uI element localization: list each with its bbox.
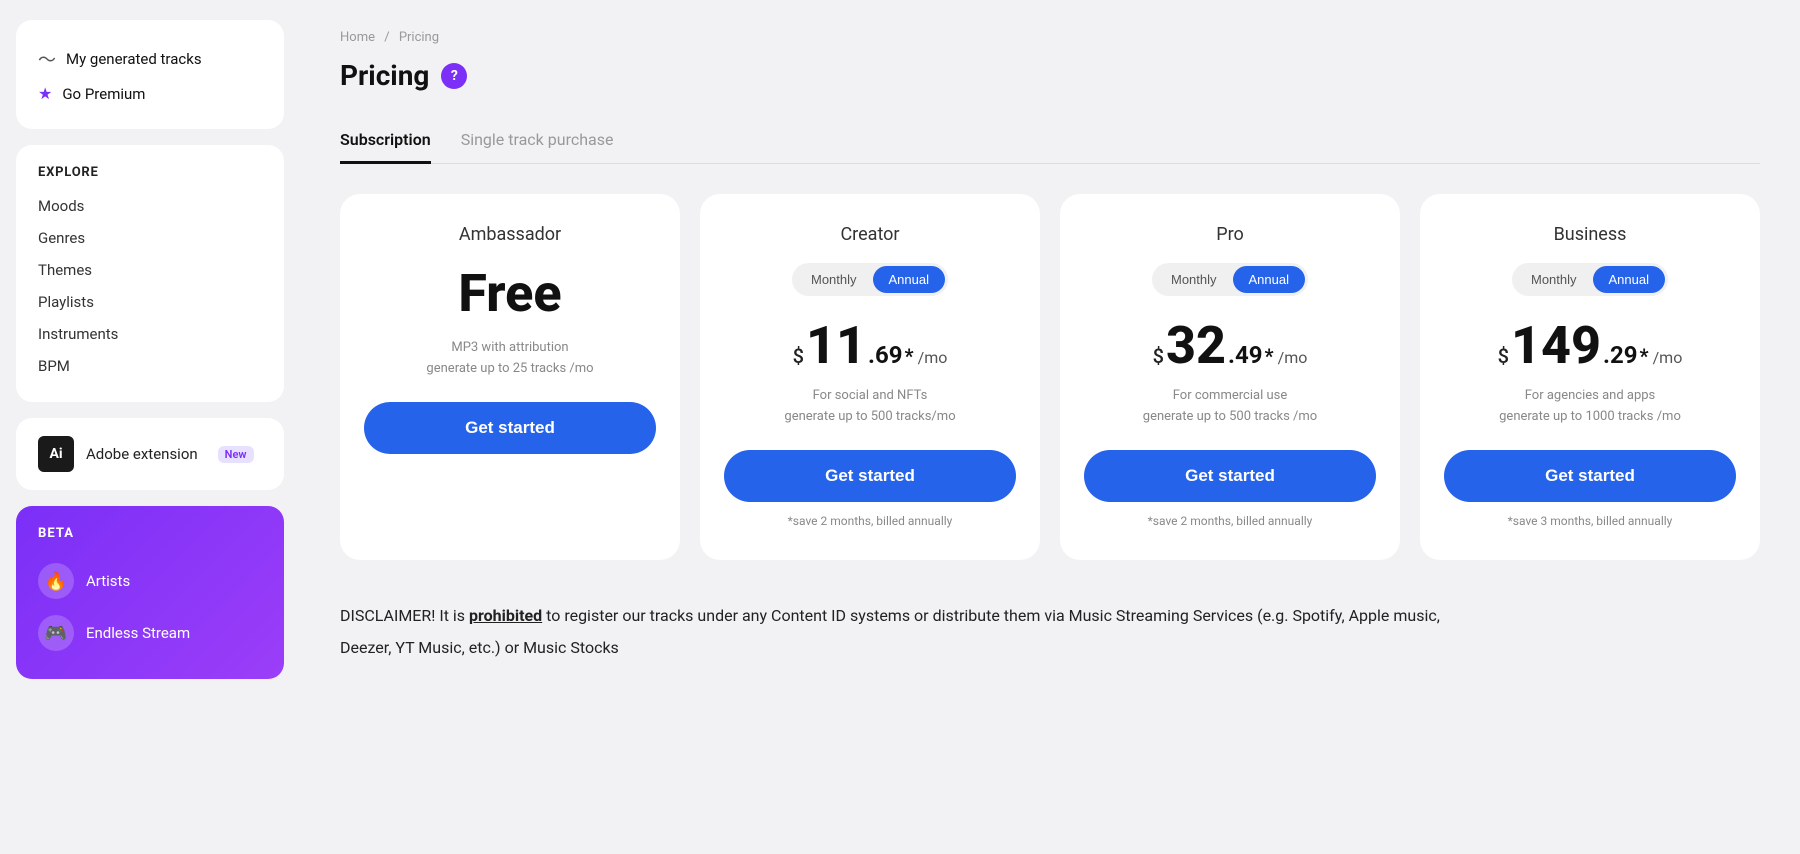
plan-desc-business: For agencies and appsgenerate up to 1000…: [1499, 386, 1681, 428]
page-title: Pricing: [340, 59, 429, 92]
sidebar-item-themes[interactable]: Themes: [38, 254, 262, 286]
tab-subscription[interactable]: Subscription: [340, 120, 431, 164]
disclaimer: DISCLAIMER! It is prohibited to register…: [340, 600, 1440, 664]
price-decimal-pro: .49: [1228, 341, 1263, 369]
breadcrumb-home[interactable]: Home: [340, 30, 375, 45]
sidebar: 〜 My generated tracks ★ Go Premium EXPLO…: [0, 0, 300, 854]
sidebar-item-playlists[interactable]: Playlists: [38, 286, 262, 318]
toggle-monthly-creator[interactable]: Monthly: [795, 266, 873, 293]
adobe-extension-card[interactable]: Ai Adobe extension New: [16, 418, 284, 490]
plan-business: Business Monthly Annual $ 149 .29 * /mo …: [1420, 194, 1760, 560]
billing-toggle-business: Monthly Annual: [1512, 263, 1668, 296]
tabs-container: Subscription Single track purchase: [340, 120, 1760, 164]
my-generated-tracks-item[interactable]: 〜 My generated tracks: [38, 40, 262, 78]
plan-name-ambassador: Ambassador: [459, 224, 561, 245]
plan-pro: Pro Monthly Annual $ 32 .49 * /mo For co…: [1060, 194, 1400, 560]
beta-label: BETA: [38, 526, 262, 541]
wave-icon: 〜: [38, 46, 56, 72]
save-note-pro: *save 2 months, billed annually: [1148, 514, 1313, 532]
breadcrumb-current: Pricing: [399, 30, 439, 45]
price-area-creator: $ 11 .69 * /mo: [793, 320, 948, 372]
toggle-monthly-pro[interactable]: Monthly: [1155, 266, 1233, 293]
plan-desc-ambassador: MP3 with attributiongenerate up to 25 tr…: [426, 338, 593, 380]
top-card: 〜 My generated tracks ★ Go Premium: [16, 20, 284, 129]
price-free: Free: [458, 263, 561, 324]
billing-toggle-creator: Monthly Annual: [792, 263, 948, 296]
plan-creator: Creator Monthly Annual $ 11 .69 * /mo Fo…: [700, 194, 1040, 560]
price-dollar-business: $: [1498, 344, 1509, 368]
price-main-business: 149: [1511, 320, 1601, 372]
price-dollar-pro: $: [1153, 344, 1164, 368]
beta-item-artists[interactable]: 🔥 Artists: [38, 555, 262, 607]
beta-card: BETA 🔥 Artists 🎮 Endless Stream: [16, 506, 284, 679]
price-decimal-creator: .69: [868, 341, 903, 369]
get-started-pro[interactable]: Get started: [1084, 450, 1376, 502]
price-asterisk-creator: *: [905, 344, 914, 368]
disclaimer-prefix: DISCLAIMER! It is: [340, 606, 469, 625]
sidebar-item-genres[interactable]: Genres: [38, 222, 262, 254]
explore-card: EXPLORE Moods Genres Themes Playlists In…: [16, 145, 284, 402]
help-icon[interactable]: ?: [441, 63, 467, 89]
price-asterisk-pro: *: [1265, 344, 1274, 368]
main-content: Home / Pricing Pricing ? Subscription Si…: [300, 0, 1800, 854]
save-note-creator: *save 2 months, billed annually: [788, 514, 953, 532]
get-started-business[interactable]: Get started: [1444, 450, 1736, 502]
sidebar-item-instruments[interactable]: Instruments: [38, 318, 262, 350]
breadcrumb-sep: /: [384, 30, 393, 45]
new-badge: New: [218, 446, 254, 463]
adobe-icon: Ai: [38, 436, 74, 472]
price-area-business: $ 149 .29 * /mo: [1498, 320, 1683, 372]
page-header: Pricing ?: [340, 59, 1760, 92]
plan-desc-pro: For commercial usegenerate up to 500 tra…: [1143, 386, 1317, 428]
price-main-pro: 32: [1166, 320, 1226, 372]
toggle-annual-pro[interactable]: Annual: [1233, 266, 1305, 293]
price-period-creator: /mo: [918, 348, 948, 367]
plan-desc-creator: For social and NFTsgenerate up to 500 tr…: [784, 386, 955, 428]
endless-stream-label: Endless Stream: [86, 624, 190, 642]
sidebar-item-bpm[interactable]: BPM: [38, 350, 262, 382]
price-asterisk-business: *: [1639, 344, 1648, 368]
disclaimer-prohibited: prohibited: [469, 606, 542, 625]
artists-label: Artists: [86, 572, 130, 590]
explore-heading: EXPLORE: [38, 165, 262, 180]
price-area-pro: $ 32 .49 * /mo: [1153, 320, 1308, 372]
beta-item-endless-stream[interactable]: 🎮 Endless Stream: [38, 607, 262, 659]
tab-single-track[interactable]: Single track purchase: [461, 120, 614, 164]
plan-name-pro: Pro: [1216, 224, 1244, 245]
pricing-grid: Ambassador Free MP3 with attributiongene…: [340, 194, 1760, 560]
endless-stream-icon: 🎮: [38, 615, 74, 651]
go-premium-item[interactable]: ★ Go Premium: [38, 78, 262, 109]
get-started-creator[interactable]: Get started: [724, 450, 1016, 502]
plan-ambassador: Ambassador Free MP3 with attributiongene…: [340, 194, 680, 560]
get-started-ambassador[interactable]: Get started: [364, 402, 656, 454]
price-period-pro: /mo: [1278, 348, 1308, 367]
toggle-annual-creator[interactable]: Annual: [873, 266, 945, 293]
plan-name-business: Business: [1554, 224, 1627, 245]
price-dollar-creator: $: [793, 344, 804, 368]
price-period-business: /mo: [1653, 348, 1683, 367]
star-icon: ★: [38, 84, 52, 103]
adobe-label: Adobe extension: [86, 445, 198, 463]
billing-toggle-pro: Monthly Annual: [1152, 263, 1308, 296]
plan-name-creator: Creator: [840, 224, 899, 245]
toggle-monthly-business[interactable]: Monthly: [1515, 266, 1593, 293]
breadcrumb: Home / Pricing: [340, 30, 1760, 45]
price-decimal-business: .29: [1603, 341, 1638, 369]
save-note-business: *save 3 months, billed annually: [1508, 514, 1673, 532]
my-tracks-label: My generated tracks: [66, 50, 202, 68]
toggle-annual-business[interactable]: Annual: [1593, 266, 1665, 293]
sidebar-item-moods[interactable]: Moods: [38, 190, 262, 222]
price-main-creator: 11: [806, 320, 866, 372]
artists-icon: 🔥: [38, 563, 74, 599]
go-premium-label: Go Premium: [62, 85, 145, 103]
